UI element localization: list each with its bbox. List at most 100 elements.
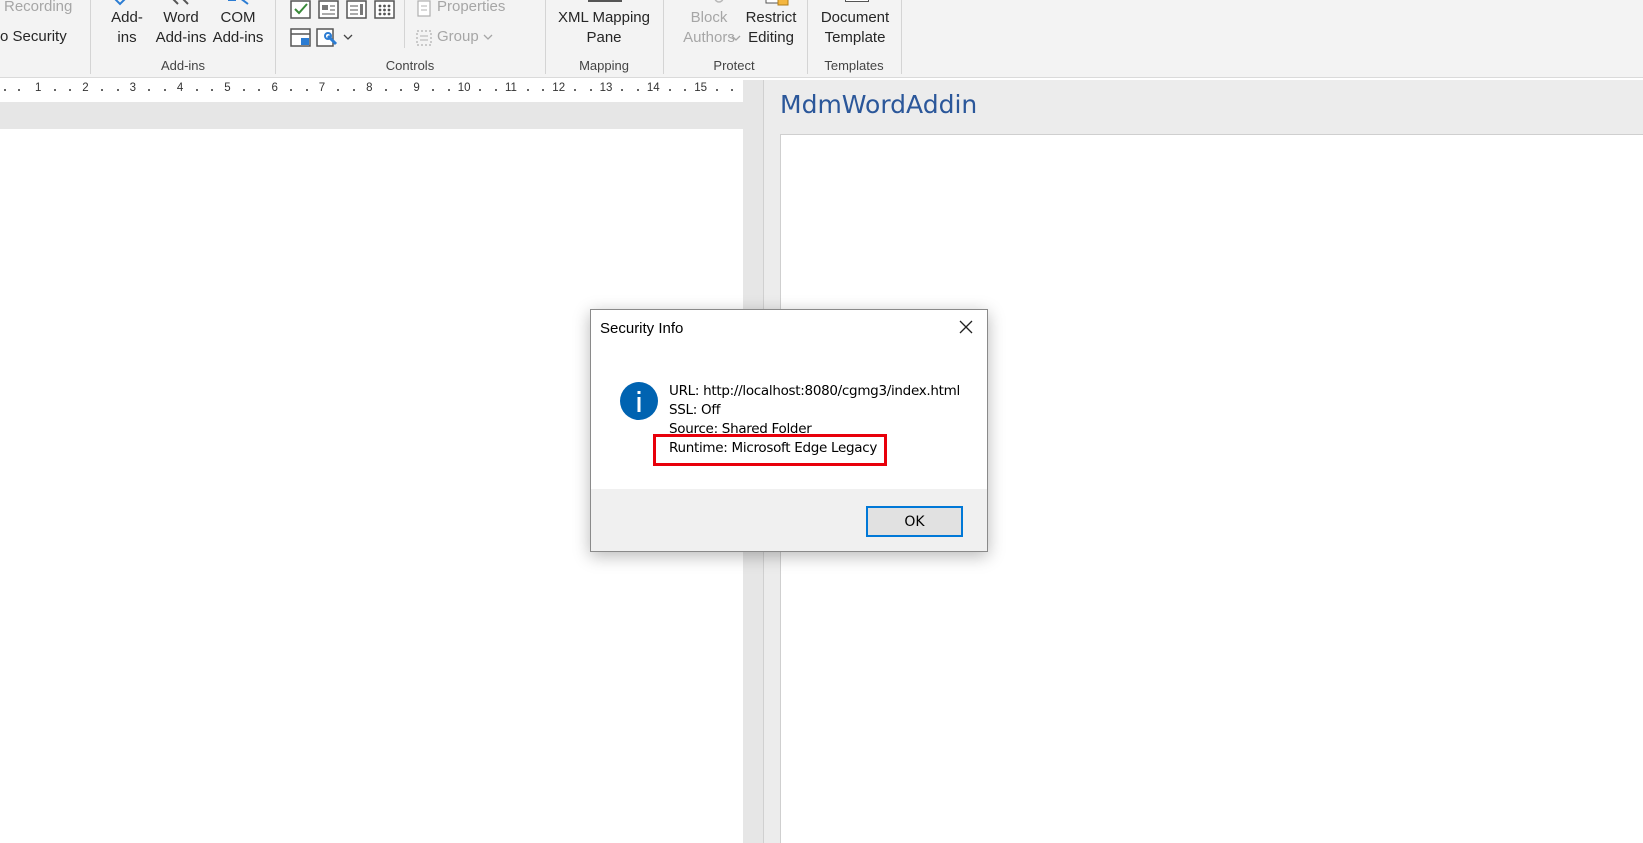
checkbox-control-icon[interactable]: [290, 0, 312, 20]
ruler-dot: [621, 89, 624, 91]
macro-security-label: o Security: [0, 28, 67, 45]
building-block-control-icon[interactable]: [346, 0, 368, 20]
word-window: Recording o Security Add- ins Word Add-i…: [0, 0, 1643, 843]
ruler-tick-label: 3: [129, 82, 136, 94]
ruler-dot: [163, 89, 166, 91]
horizontal-ruler[interactable]: 1 2 3 4 5 6 7 8 9 10 11 12 13 14 15: [0, 80, 745, 102]
xml-mapping-label-line2: Pane: [586, 29, 622, 46]
restrict-editing-label-line2: Editing: [748, 29, 794, 46]
ruler-tick-label: 12: [552, 82, 566, 94]
ssl-line: SSL: Off: [669, 402, 721, 418]
ruler-tick-label: 8: [366, 82, 373, 94]
macro-security-button[interactable]: o Security: [0, 27, 67, 47]
word-addins-button[interactable]: Word Add-ins: [153, 8, 209, 48]
ruler-dot: [432, 89, 434, 91]
ruler-dot: [258, 89, 261, 91]
ruler-dot: [353, 89, 356, 91]
mapping-group-label: Mapping: [579, 58, 629, 73]
chevron-down-icon: [483, 34, 493, 40]
protect-group-label: Protect: [713, 58, 755, 73]
runtime-highlight-box: [653, 434, 887, 466]
ruler-dot: [636, 89, 639, 91]
ruler-tick-label: 7: [318, 82, 326, 94]
chevron-down-icon[interactable]: [343, 33, 353, 41]
group-separator: [275, 0, 276, 74]
group-button-label: Group: [437, 28, 479, 45]
block-authors-label-line1: Block: [690, 9, 728, 26]
word-addins-icon: [172, 0, 189, 5]
ruler-dot: [242, 89, 245, 91]
com-addins-label-line1: COM: [220, 9, 256, 26]
addins-icon: [114, 0, 126, 6]
com-addins-icon: [228, 0, 249, 5]
ruler-dot: [195, 89, 198, 91]
restrict-editing-button[interactable]: Restrict Editing: [742, 8, 800, 48]
table-control-icon[interactable]: [374, 0, 396, 20]
xml-mapping-label-line1: XML Mapping: [558, 9, 650, 26]
block-authors-button[interactable]: Block Authors: [670, 8, 748, 48]
ruler-dot: [715, 89, 718, 91]
group-button[interactable]: Group: [437, 27, 479, 47]
ruler-dot: [211, 89, 214, 91]
ruler-dot: [290, 89, 293, 91]
document-template-label-line2: Template: [824, 29, 886, 46]
properties-button[interactable]: Properties: [437, 0, 505, 17]
com-addins-label-line2: Add-ins: [212, 29, 264, 46]
record-macro-button[interactable]: Recording: [4, 0, 72, 17]
group-separator: [90, 0, 91, 74]
ruler-dot: [116, 89, 119, 91]
inner-separator: [404, 0, 405, 48]
ruler-dot: [526, 89, 529, 91]
design-tools-icon[interactable]: [316, 28, 340, 48]
picture-control-icon[interactable]: [318, 0, 340, 20]
ruler-dot: [447, 89, 450, 91]
xml-mapping-pane-button[interactable]: XML Mapping Pane: [552, 8, 656, 48]
dialog-close-button[interactable]: [943, 310, 989, 344]
ruler-dot: [400, 89, 403, 91]
ruler-dot: [542, 89, 545, 91]
info-icon: [620, 382, 658, 420]
restrict-editing-icon: [765, 0, 789, 6]
addins-button[interactable]: Add- ins: [105, 8, 149, 48]
ruler-dot: [668, 89, 671, 91]
ribbon: Recording o Security Add- ins Word Add-i…: [0, 0, 1643, 78]
xml-mapping-icon: [588, 0, 622, 2]
url-line: URL: http://localhost:8080/cgmg3/index.h…: [669, 383, 960, 399]
addins-label-line1: Add-: [111, 9, 143, 26]
security-info-dialog: Security Info URL: http://localhost:8080…: [590, 309, 988, 552]
ruler-tick-label: 14: [646, 82, 660, 94]
group-separator: [901, 0, 902, 74]
document-template-icon: [845, 0, 869, 2]
controls-group-label: Controls: [385, 58, 435, 73]
recording-label: Recording: [4, 0, 73, 15]
restrict-editing-label-line1: Restrict: [745, 9, 797, 26]
properties-icon: [417, 0, 431, 17]
addins-group-label: Add-ins: [160, 58, 206, 73]
document-template-button[interactable]: Document Template: [812, 8, 898, 48]
ruler-tick-label: 4: [176, 82, 184, 94]
ruler-tick-label: 10: [457, 82, 471, 94]
word-addins-label-line1: Word: [163, 9, 199, 26]
ruler-dot: [148, 89, 151, 91]
block-authors-icon: [714, 0, 724, 3]
ruler-tick-label: 6: [271, 82, 278, 94]
group-icon: [416, 30, 432, 46]
ruler-dot: [18, 89, 20, 91]
group-separator: [807, 0, 808, 74]
document-template-label-line1: Document: [820, 9, 890, 26]
ruler-tick-label: 9: [413, 82, 420, 94]
com-addins-button[interactable]: COM Add-ins: [210, 8, 266, 48]
task-pane-title: MdmWordAddin: [780, 90, 978, 119]
ruler-dot: [494, 89, 497, 91]
ruler-dot: [4, 89, 6, 91]
properties-label: Properties: [437, 0, 506, 15]
ruler-tick-label: 5: [224, 82, 231, 94]
group-separator: [663, 0, 664, 74]
ok-button[interactable]: OK: [866, 506, 963, 537]
document-top-margin: [0, 102, 745, 129]
legacy-form-icon[interactable]: [290, 28, 312, 48]
ruler-dot: [589, 89, 592, 91]
ruler-tick-label: 1: [35, 82, 42, 94]
group-separator: [545, 0, 546, 74]
ruler-dot: [684, 89, 687, 91]
